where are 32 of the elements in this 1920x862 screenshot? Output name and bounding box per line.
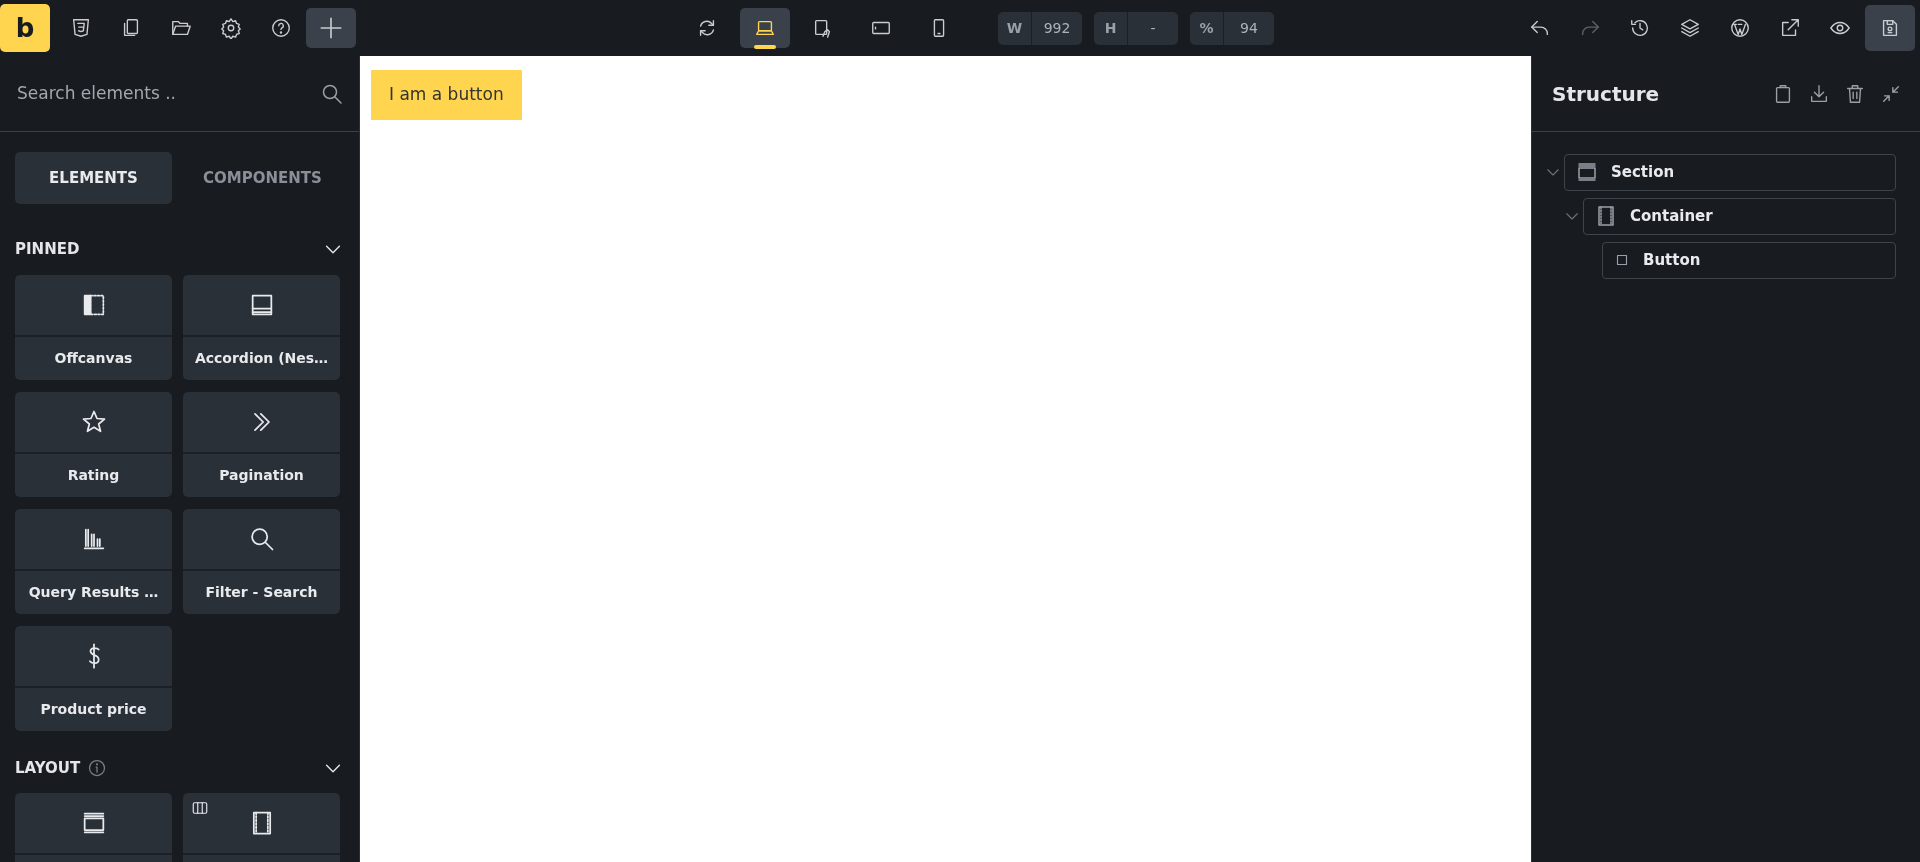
tree-item[interactable]: Container — [1583, 197, 1896, 235]
active-indicator — [754, 45, 776, 49]
tab[interactable]: ELEMENTS — [15, 152, 172, 204]
tab[interactable]: COMPONENTS — [184, 152, 341, 204]
section-icon — [1575, 160, 1599, 184]
section-title: PINNED — [15, 239, 80, 260]
element-card[interactable]: Accordion (Nes… — [183, 274, 340, 380]
css3-icon — [70, 17, 92, 39]
settings-icon — [220, 17, 242, 39]
search-field[interactable]: Search elements .. — [15, 79, 320, 108]
size-field[interactable]: H - — [1094, 11, 1178, 45]
plus-icon — [318, 15, 344, 41]
element-card[interactable]: Query Results … — [15, 508, 172, 614]
tree-item[interactable]: Button — [1602, 241, 1896, 279]
element-card[interactable]: Rating — [15, 391, 172, 497]
logo[interactable]: b — [0, 4, 50, 52]
size-field[interactable]: % 94 — [1190, 11, 1274, 45]
page-button[interactable]: I am a button — [371, 70, 522, 120]
trash-icon[interactable] — [1844, 82, 1866, 105]
toolbar-button[interactable] — [1865, 5, 1915, 51]
size-field[interactable]: W 992 — [998, 11, 1082, 45]
panel-title: Structure — [1552, 80, 1660, 108]
element-card[interactable]: Pagination — [183, 391, 340, 497]
element-card[interactable]: Product price — [15, 625, 172, 731]
element-card[interactable]: Filter - Search — [183, 508, 340, 614]
tree-item[interactable]: Section — [1564, 153, 1896, 191]
add-button[interactable] — [306, 8, 356, 48]
element-card[interactable]: Offcanvas — [15, 274, 172, 380]
help-icon — [270, 17, 292, 39]
device-button[interactable] — [740, 8, 790, 48]
section-title: LAYOUT — [15, 757, 81, 779]
download-icon[interactable] — [1808, 82, 1830, 105]
